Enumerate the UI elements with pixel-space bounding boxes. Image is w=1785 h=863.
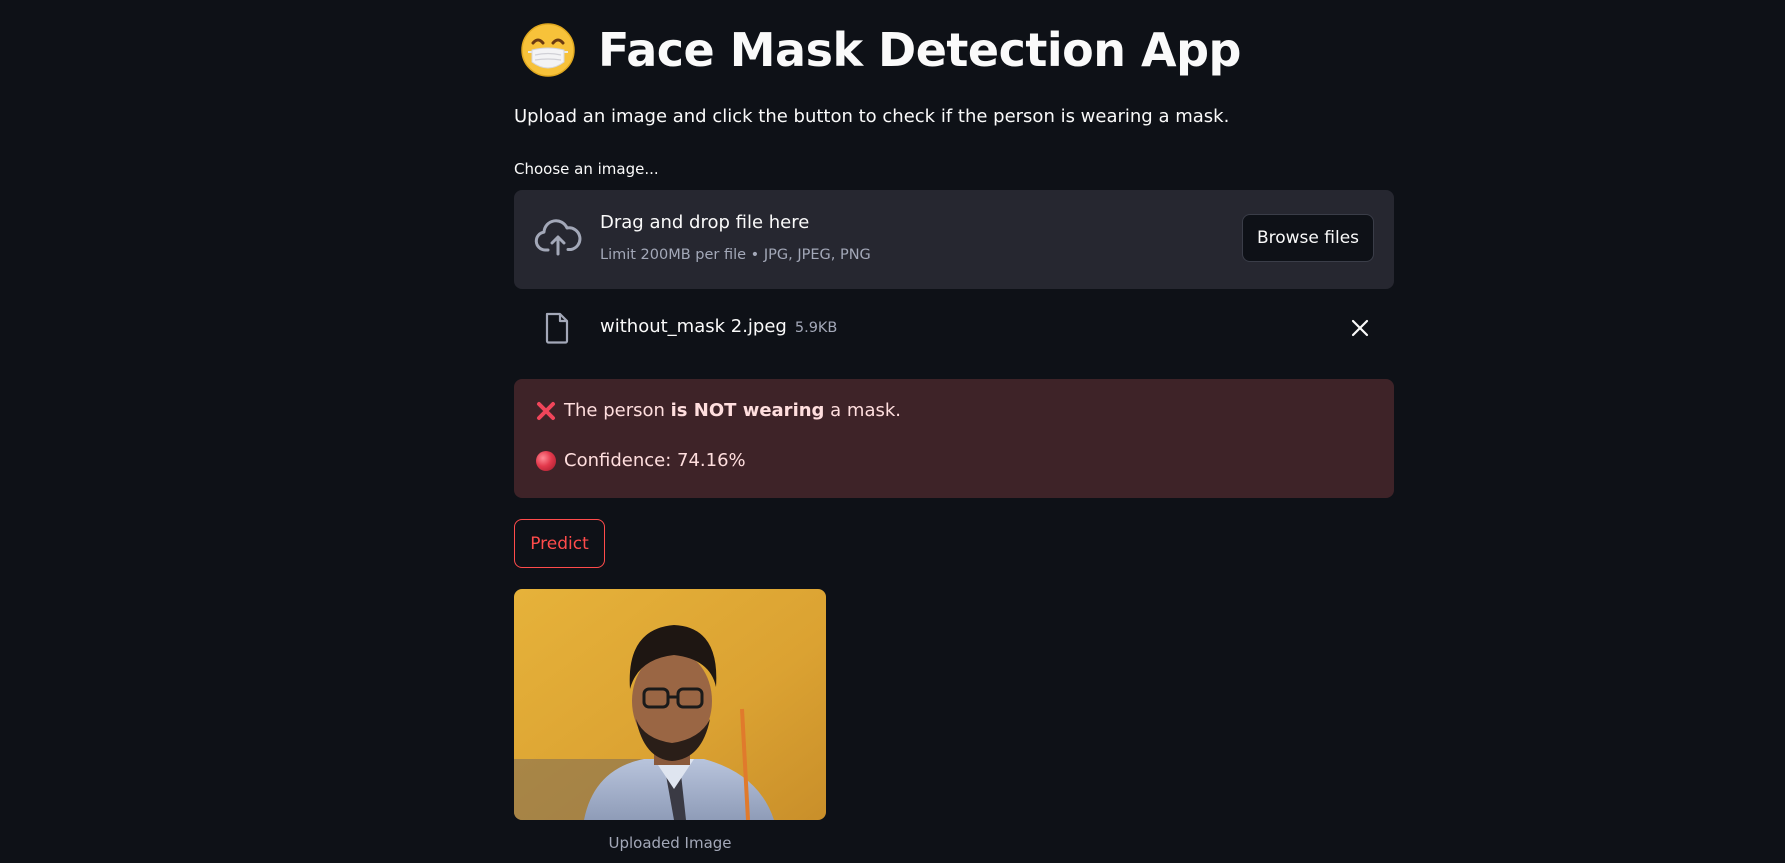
- file-name-text: without_mask 2.jpeg: [600, 316, 787, 337]
- result-prefix: The person: [564, 400, 665, 421]
- uploaded-file-row: without_mask 2.jpeg 5.9KB: [514, 306, 1394, 350]
- intro-text: Upload an image and click the button to …: [514, 106, 1230, 127]
- file-dropzone[interactable]: Drag and drop file here Limit 200MB per …: [514, 190, 1394, 289]
- close-icon: [1348, 319, 1372, 343]
- dropzone-limit-text: Limit 200MB per file • JPG, JPEG, PNG: [600, 247, 871, 263]
- prediction-result-alert: The person is NOT wearing a mask. Confid…: [514, 379, 1394, 498]
- cloud-upload-icon: [534, 218, 582, 258]
- page-header: Face Mask Detection App: [520, 12, 1241, 88]
- uploaded-image: [514, 589, 826, 820]
- face-with-medical-mask-icon: [520, 22, 576, 78]
- result-suffix: a mask.: [830, 400, 902, 421]
- prediction-result-line: The person is NOT wearing a mask.: [536, 400, 901, 421]
- uploader-label: Choose an image...: [514, 160, 659, 178]
- browse-files-button[interactable]: Browse files: [1242, 214, 1374, 262]
- confidence-line: Confidence: 74.16%: [536, 450, 746, 471]
- confidence-text: Confidence: 74.16%: [564, 450, 746, 471]
- red-circle-icon: [536, 450, 556, 471]
- image-caption: Uploaded Image: [608, 834, 732, 852]
- dropzone-title: Drag and drop file here: [600, 212, 810, 233]
- predict-button[interactable]: Predict: [514, 519, 605, 568]
- file-size: 5.9KB: [794, 320, 838, 336]
- file-icon: [544, 312, 570, 344]
- page-title: Face Mask Detection App: [598, 23, 1241, 77]
- uploaded-file-name: without_mask 2.jpeg 5.9KB: [600, 316, 837, 337]
- cross-mark-icon: [536, 401, 556, 421]
- remove-file-button[interactable]: [1348, 316, 1372, 340]
- result-emphasis: is NOT wearing: [670, 400, 825, 421]
